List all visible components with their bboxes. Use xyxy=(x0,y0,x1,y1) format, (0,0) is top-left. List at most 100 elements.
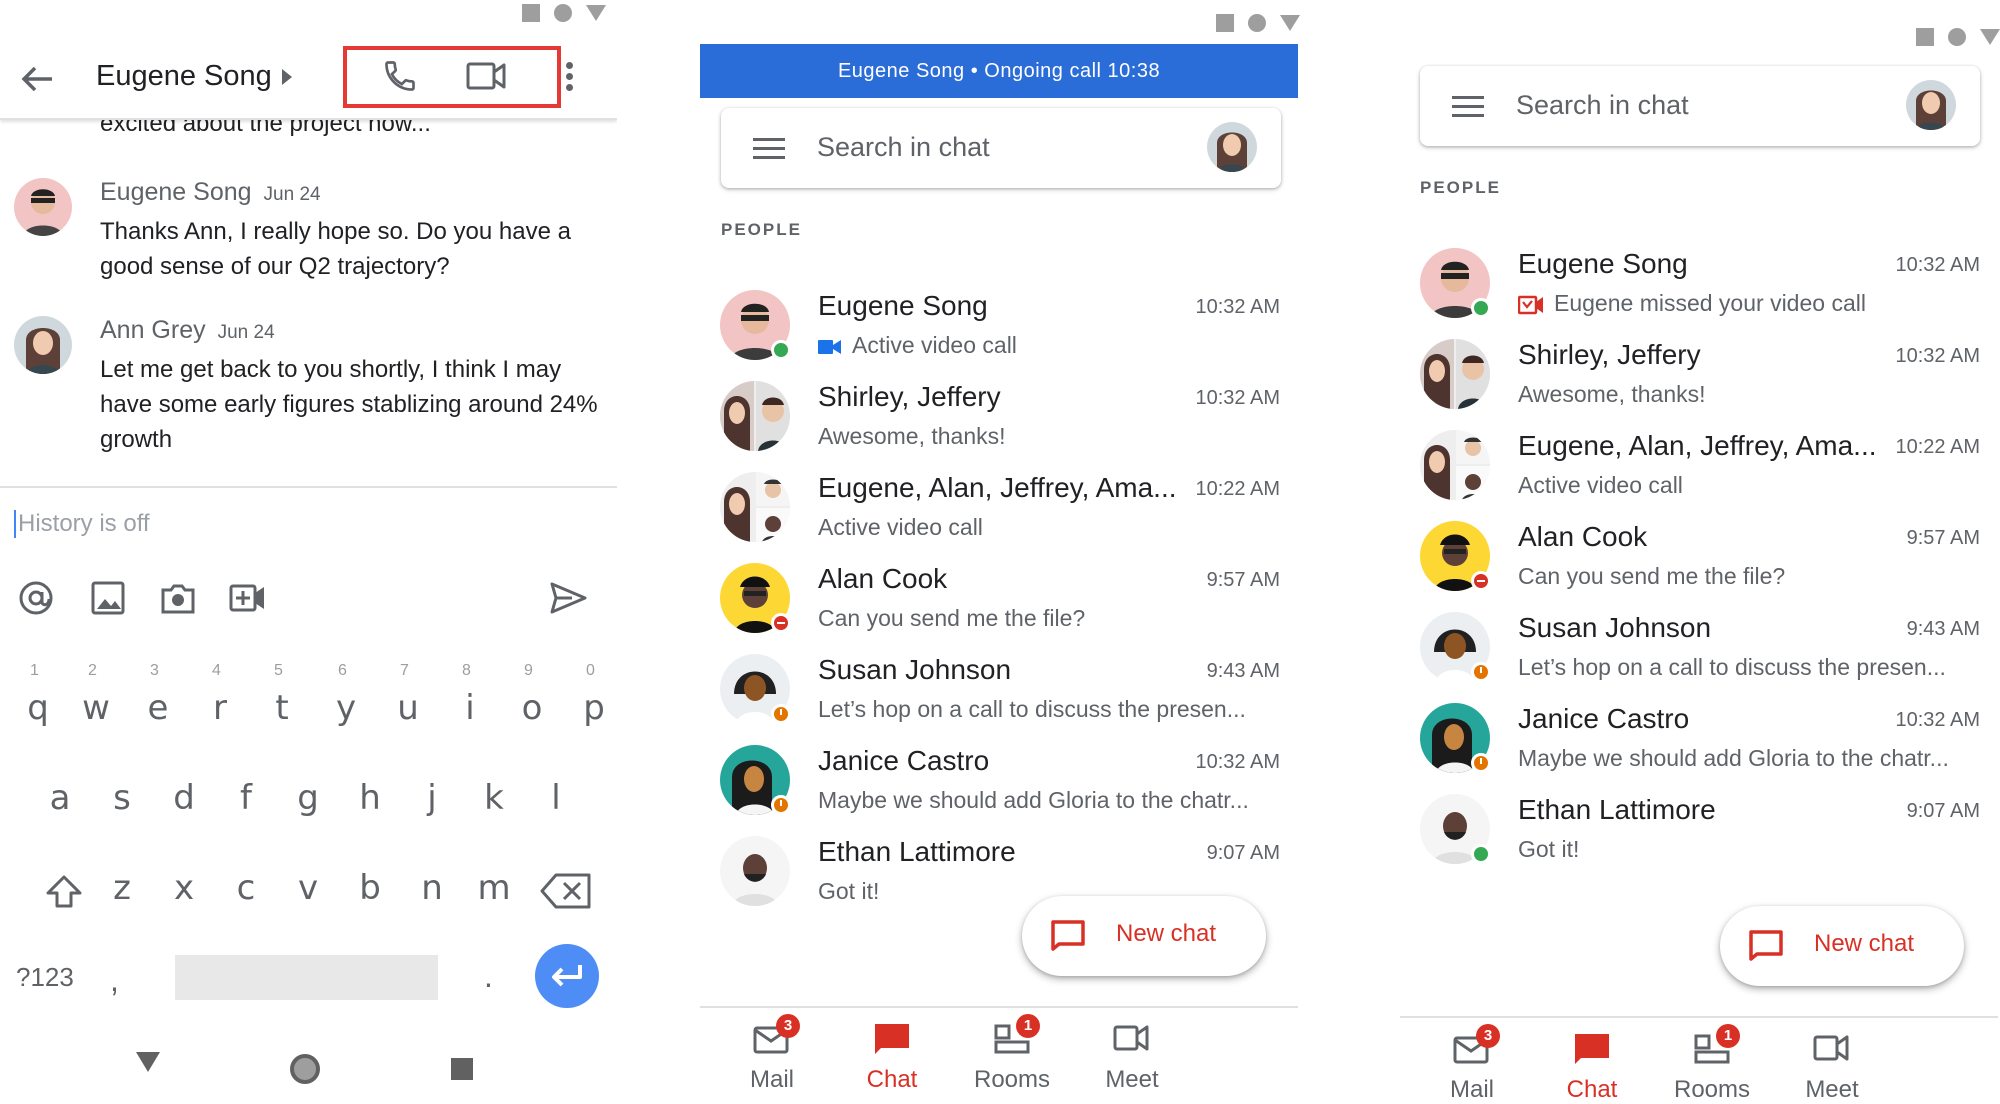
triangle-icon xyxy=(1280,15,1300,31)
key-k[interactable]: k xyxy=(474,778,514,818)
conversation-snippet: Awesome, thanks! xyxy=(818,423,1006,449)
nav-mail[interactable]: Mail 3 xyxy=(712,1008,832,1104)
more-options-icon[interactable] xyxy=(566,62,574,96)
ongoing-call-banner[interactable]: Eugene Song • Ongoing call 10:38 xyxy=(700,44,1298,98)
new-chat-button[interactable]: New chat xyxy=(1022,896,1266,976)
key-w[interactable]: w xyxy=(76,688,116,728)
conversation-time: 10:32 AM xyxy=(1195,296,1280,318)
status-away-indicator xyxy=(771,795,791,815)
message-body: Let me get back to you shortly, I think … xyxy=(100,356,598,453)
image-icon[interactable] xyxy=(88,578,128,618)
new-chat-label: New chat xyxy=(1116,920,1217,947)
account-avatar[interactable] xyxy=(1207,122,1257,172)
key-r[interactable]: r xyxy=(200,688,240,728)
contact-name[interactable]: Eugene Song xyxy=(96,60,272,93)
period-key[interactable]: . xyxy=(484,958,493,995)
key-u[interactable]: u xyxy=(388,688,428,728)
conversation-name: Eugene Song xyxy=(1518,248,1688,279)
phone-call-icon[interactable] xyxy=(382,58,418,94)
conversation-row[interactable]: Ethan Lattimore 9:07 AM Got it! xyxy=(1400,794,1998,910)
symbols-key[interactable]: ?123 xyxy=(16,962,74,993)
circle-icon xyxy=(1248,14,1266,32)
message-date: Jun 24 xyxy=(263,184,321,205)
search-bar[interactable]: Search in chat xyxy=(721,108,1281,188)
key-d[interactable]: d xyxy=(164,778,204,818)
new-chat-button[interactable]: New chat xyxy=(1720,906,1964,986)
key-y[interactable]: y xyxy=(326,688,366,728)
enter-arrow-icon xyxy=(552,965,582,987)
avatar xyxy=(14,316,72,374)
key-g[interactable]: g xyxy=(288,778,328,818)
status-online-indicator xyxy=(1471,298,1491,318)
key-b[interactable]: b xyxy=(350,868,390,908)
nav-mail[interactable]: Mail 3 xyxy=(1412,1018,1532,1104)
meet-icon xyxy=(1113,1025,1149,1051)
nav-chat[interactable]: Chat xyxy=(832,1008,952,1104)
conversation-snippet: Eugene missed your video call xyxy=(1554,290,1866,316)
key-p[interactable]: p xyxy=(574,688,614,728)
new-chat-label: New chat xyxy=(1814,930,1915,957)
comma-key[interactable]: , xyxy=(110,962,119,999)
conversation-time: 10:22 AM xyxy=(1195,478,1280,500)
conversation-time: 9:07 AM xyxy=(1906,800,1980,822)
conversation-snippet: Can you send me the file? xyxy=(1518,563,1786,589)
nav-home-icon[interactable] xyxy=(290,1054,320,1084)
conversation-time: 10:32 AM xyxy=(1895,709,1980,731)
search-bar[interactable]: Search in chat xyxy=(1420,66,1980,146)
shift-icon[interactable] xyxy=(44,874,84,910)
nav-chat[interactable]: Chat xyxy=(1532,1018,1652,1104)
key-hint-number: 0 xyxy=(586,662,595,679)
nav-rooms[interactable]: Rooms 1 xyxy=(952,1008,1072,1104)
video-call-icon[interactable] xyxy=(466,60,506,92)
key-m[interactable]: m xyxy=(474,868,514,908)
key-t[interactable]: t xyxy=(262,688,302,728)
key-hint-number: 1 xyxy=(30,662,39,679)
key-j[interactable]: j xyxy=(412,778,452,818)
enter-key[interactable] xyxy=(535,944,599,1008)
spacebar-key[interactable] xyxy=(175,955,438,1000)
conversation-name: Eugene, Alan, Jeffrey, Ama... xyxy=(1518,430,1877,461)
avatar xyxy=(14,178,72,236)
nav-meet[interactable]: Meet xyxy=(1072,1008,1192,1104)
search-input[interactable]: Search in chat xyxy=(817,132,990,163)
conversation-snippet: Active video call xyxy=(852,332,1017,358)
nav-recents-icon[interactable] xyxy=(451,1058,473,1080)
key-f[interactable]: f xyxy=(226,778,266,818)
nav-rooms[interactable]: Rooms 1 xyxy=(1652,1018,1772,1104)
key-s[interactable]: s xyxy=(102,778,142,818)
key-c[interactable]: c xyxy=(226,868,266,908)
key-n[interactable]: n xyxy=(412,868,452,908)
key-l[interactable]: l xyxy=(536,778,576,818)
backspace-icon[interactable] xyxy=(540,872,592,910)
key-o[interactable]: o xyxy=(512,688,552,728)
status-dnd-indicator xyxy=(1471,571,1491,591)
key-i[interactable]: i xyxy=(450,688,490,728)
key-hint-number: 2 xyxy=(88,662,97,679)
menu-icon[interactable] xyxy=(1452,96,1484,118)
nav-back-icon[interactable] xyxy=(136,1052,160,1072)
key-h[interactable]: h xyxy=(350,778,390,818)
conversation-name: Susan Johnson xyxy=(1518,612,1712,643)
avatar xyxy=(1420,430,1490,500)
unread-badge: 3 xyxy=(1476,1024,1500,1048)
message-input[interactable]: History is off xyxy=(14,510,150,538)
key-v[interactable]: v xyxy=(288,868,328,908)
back-arrow-icon[interactable] xyxy=(20,64,54,94)
status-dnd-indicator xyxy=(771,613,791,633)
camera-icon[interactable] xyxy=(158,578,198,618)
nav-meet[interactable]: Meet xyxy=(1772,1018,1892,1104)
add-video-meeting-icon[interactable] xyxy=(228,578,268,618)
key-z[interactable]: z xyxy=(102,868,142,908)
caret-right-icon[interactable] xyxy=(282,69,292,85)
send-icon[interactable] xyxy=(548,578,588,618)
key-e[interactable]: e xyxy=(138,688,178,728)
key-a[interactable]: a xyxy=(40,778,80,818)
key-x[interactable]: x xyxy=(164,868,204,908)
mention-icon[interactable] xyxy=(16,578,56,618)
highlight-box xyxy=(343,46,561,108)
menu-icon[interactable] xyxy=(753,138,785,160)
search-input[interactable]: Search in chat xyxy=(1516,90,1689,121)
conversation-snippet: Active video call xyxy=(818,514,983,540)
key-q[interactable]: q xyxy=(18,688,58,728)
account-avatar[interactable] xyxy=(1906,80,1956,130)
